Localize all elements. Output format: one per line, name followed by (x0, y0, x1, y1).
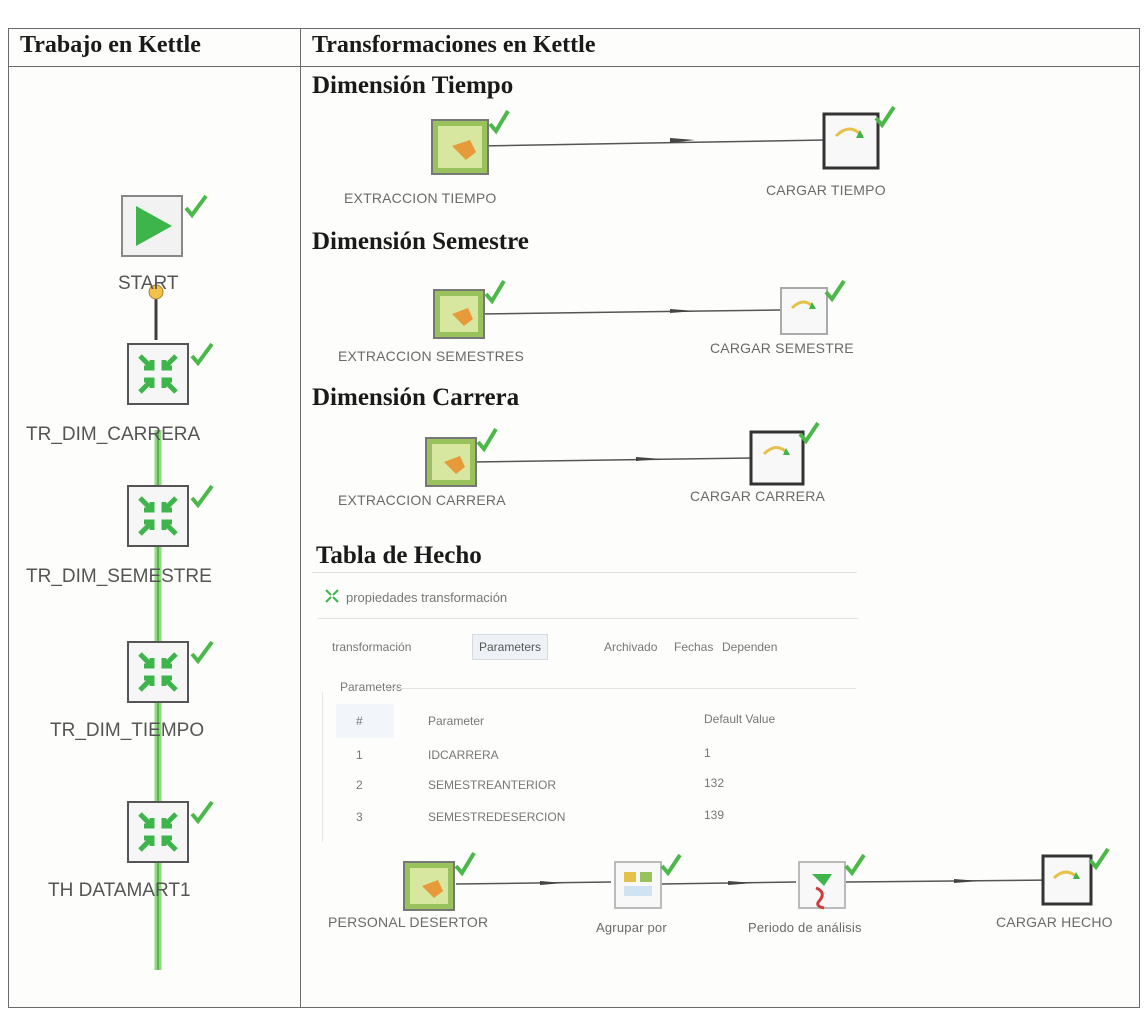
job-step-carrera[interactable] (126, 342, 216, 410)
load-step-semestre[interactable] (778, 279, 858, 345)
section-title-tiempo: Dimensión Tiempo (312, 72, 514, 99)
row-parameter[interactable]: IDCARRERA (428, 748, 499, 762)
tab-dependen[interactable]: Dependen (722, 640, 777, 654)
hop-arrow (480, 309, 781, 315)
transformation-icon (127, 800, 214, 863)
output-icon (1041, 847, 1110, 906)
dialog-title: propiedades transformación (346, 590, 508, 605)
extract-step-tiempo[interactable] (430, 106, 510, 181)
load-step-tiempo[interactable] (820, 105, 900, 181)
job-column-header: Trabajo en Kettle (20, 32, 201, 58)
column-divider (300, 28, 301, 1008)
dialog-title-rule (318, 618, 858, 619)
job-step-datamart-label: TH DATAMART1 (48, 880, 191, 901)
transformations-column-header: Transformaciones en Kettle (312, 32, 596, 58)
fact-step-periodo-label: Periodo de análisis (748, 920, 862, 935)
row-default[interactable]: 132 (704, 776, 724, 790)
transformation-icon (127, 342, 214, 405)
fact-step-personal[interactable] (402, 851, 478, 917)
job-step-datamart[interactable] (126, 800, 216, 868)
extract-carrera-label: EXTRACCION CARRERA (338, 492, 506, 508)
job-step-tiempo-label: TR_DIM_TIEMPO (50, 720, 205, 741)
output-icon (749, 421, 820, 486)
table-input-icon (403, 851, 476, 911)
section-title-hecho: Tabla de Hecho (316, 542, 482, 569)
table-input-icon (433, 279, 506, 339)
tab-parameters[interactable]: Parameters (472, 634, 549, 660)
section-title-carrera: Dimensión Carrera (312, 384, 520, 411)
extract-step-semestre[interactable] (432, 279, 512, 345)
hop-arrow (480, 138, 826, 147)
group-by-icon (614, 853, 682, 909)
row-parameter[interactable]: SEMESTREDESERCION (428, 810, 565, 824)
job-step-tiempo[interactable] (126, 640, 216, 708)
table-input-icon (425, 427, 498, 487)
row-default[interactable]: 1 (704, 746, 711, 760)
start-icon (121, 194, 208, 257)
row-number: 2 (356, 778, 363, 792)
row-number: 1 (356, 748, 363, 762)
tab-archivado[interactable]: Archivado (604, 640, 657, 654)
fact-step-personal-label: PERSONAL DESERTOR (328, 914, 489, 930)
extract-tiempo-label: EXTRACCION TIEMPO (344, 190, 497, 206)
load-semestre-label: CARGAR SEMESTRE (710, 340, 854, 356)
extract-semestre-label: EXTRACCION SEMESTRES (338, 348, 525, 364)
job-step-carrera-label: TR_DIM_CARRERA (26, 424, 201, 445)
output-icon (822, 105, 896, 170)
fact-step-agrupar[interactable] (612, 852, 688, 917)
start-node[interactable] (120, 194, 210, 264)
parameters-group-rule (386, 688, 856, 689)
job-step-semestre-label: TR_DIM_SEMESTRE (26, 566, 212, 587)
filter-icon (798, 853, 866, 910)
col-header-parameter: Parameter (428, 714, 485, 728)
col-header-default: Default Value (704, 712, 776, 726)
parameters-group-label: Parameters (340, 680, 403, 694)
section-title-semestre: Dimensión Semestre (312, 228, 529, 255)
fact-step-cargar-label: CARGAR HECHO (996, 914, 1113, 930)
start-label: START (118, 273, 179, 294)
table-left-rule (322, 692, 323, 842)
extract-step-carrera[interactable] (424, 427, 504, 493)
table-input-icon (431, 109, 510, 175)
fact-hops (456, 879, 1057, 885)
row-number: 3 (356, 810, 363, 824)
transformation-icon (127, 640, 214, 703)
hop-arrow (472, 457, 753, 463)
row-parameter[interactable]: SEMESTREANTERIOR (428, 778, 556, 792)
fact-step-agrupar-label: Agrupar por (596, 920, 667, 935)
dialog-top-rule (312, 572, 857, 573)
load-tiempo-label: CARGAR TIEMPO (766, 182, 886, 198)
load-carrera-label: CARGAR CARRERA (690, 488, 826, 504)
tab-transformacion[interactable]: transformación (332, 640, 411, 654)
transformation-icon (127, 484, 214, 547)
row-default[interactable]: 139 (704, 808, 724, 822)
load-step-carrera[interactable] (748, 421, 828, 493)
job-step-semestre[interactable] (126, 484, 216, 552)
table-header-cell (336, 704, 394, 738)
output-icon (780, 279, 846, 335)
header-divider (8, 66, 1140, 67)
fact-step-periodo[interactable] (796, 852, 872, 917)
dialog-title-icon (324, 588, 340, 609)
tab-fechas[interactable]: Fechas (674, 640, 713, 654)
fact-step-cargar[interactable] (1040, 846, 1120, 915)
col-header-number: # (356, 714, 363, 728)
